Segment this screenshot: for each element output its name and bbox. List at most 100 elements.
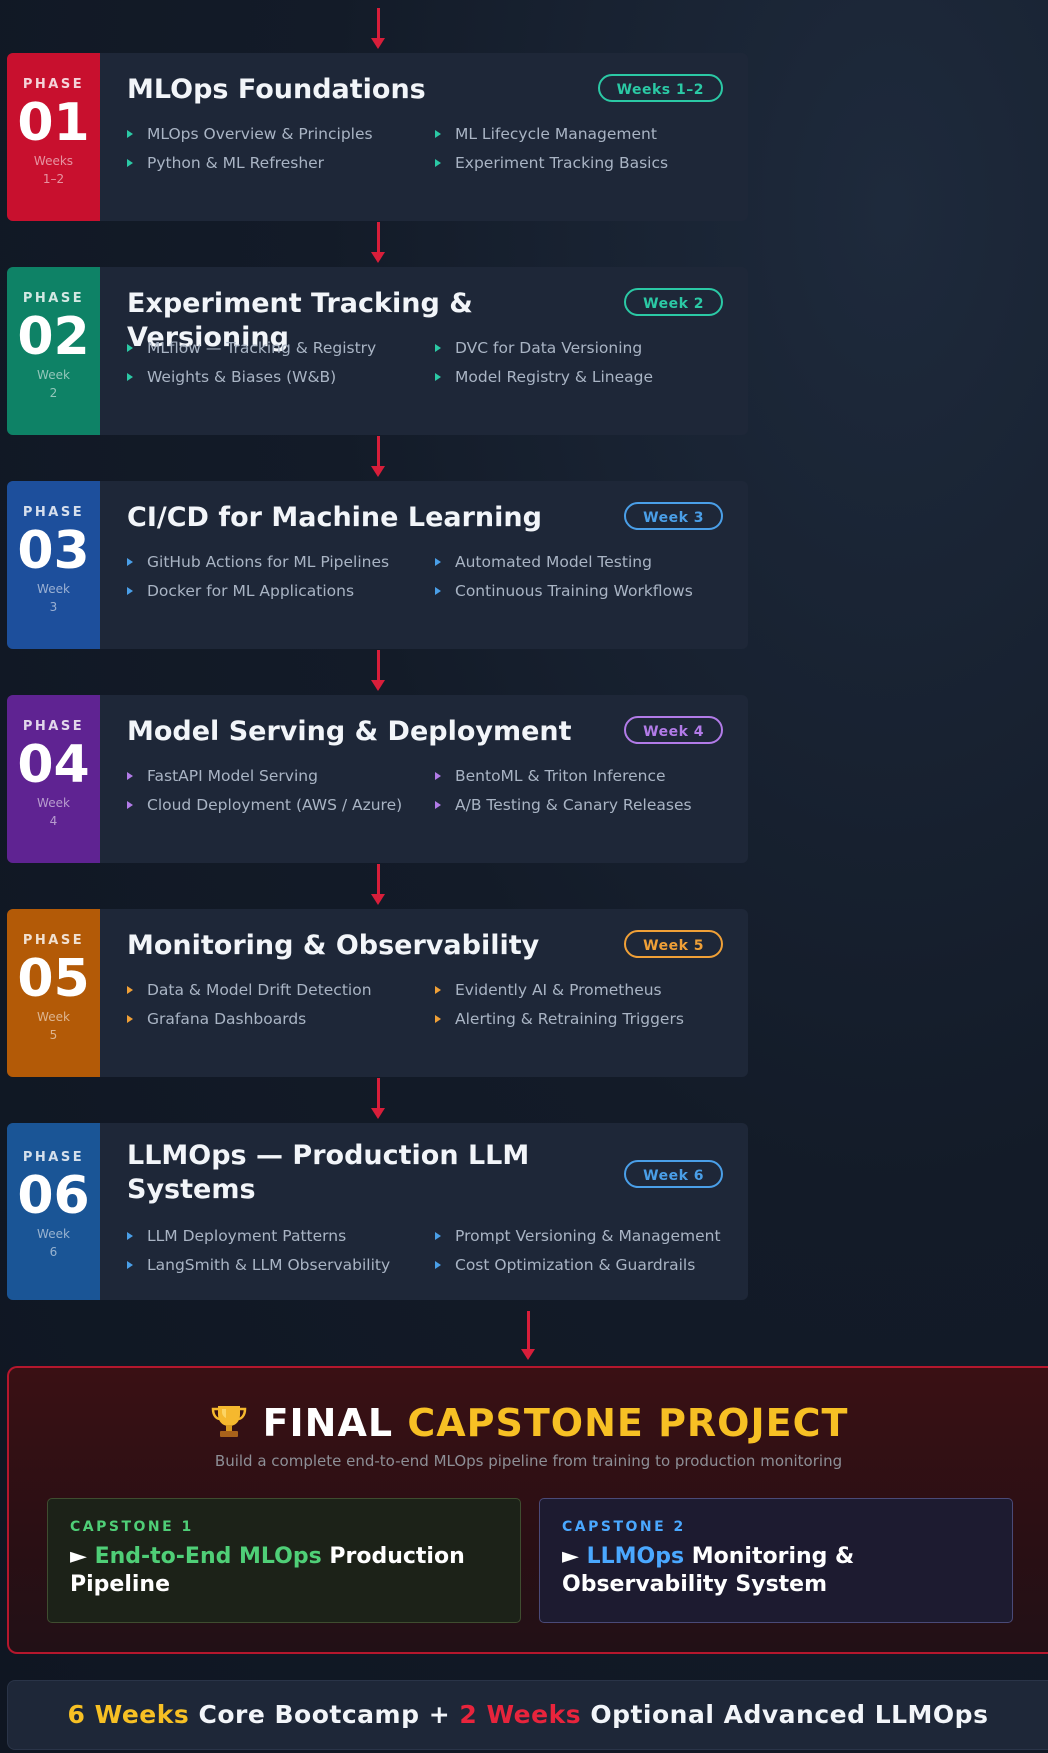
- capstone-panel: FINAL CAPSTONE PROJECT Build a complete …: [7, 1366, 1048, 1654]
- topic-item: ML Lifecycle Management: [455, 125, 657, 143]
- phase-number: 02: [17, 307, 90, 367]
- phase-number: 04: [17, 735, 90, 795]
- footer-optional-weeks-number: 2: [459, 1700, 478, 1729]
- topic-item: DVC for Data Versioning: [455, 339, 643, 357]
- bullet-icon: [435, 344, 441, 352]
- arrow-down-icon: [371, 8, 385, 50]
- capstone-title: FINAL CAPSTONE PROJECT: [9, 1400, 1048, 1445]
- bullet-icon: [435, 1015, 441, 1023]
- arrow-down-icon: [371, 1078, 385, 1120]
- phase-title: LLMOps — Production LLM Systems: [127, 1140, 530, 1205]
- footer-core-text: Core Bootcamp: [198, 1700, 420, 1729]
- topic-item: Data & Model Drift Detection: [147, 981, 372, 999]
- arrow-down-icon: [521, 1311, 535, 1361]
- phase-number: 06: [17, 1166, 90, 1226]
- phase-title: Monitoring & Observability: [127, 930, 540, 961]
- capstone-card-1: CAPSTONE 1 ► End-to-End MLOps Production…: [47, 1498, 521, 1623]
- phase-card-02: PHASE 02 Week 2 Experiment Tracking & Ve…: [7, 267, 748, 435]
- capstone-highlight: End-to-End MLOps: [94, 1544, 322, 1569]
- week-badge: Week 2: [624, 288, 723, 316]
- phase-label: PHASE: [22, 291, 85, 306]
- phase-card-01: PHASE 01 Weeks 1–2 MLOps Foundations Wee…: [7, 53, 748, 221]
- capstone-title-yellow: CAPSTONE PROJECT: [407, 1401, 849, 1445]
- capstone-highlight: LLMOps: [586, 1544, 685, 1569]
- phase-title: Model Serving & Deployment: [127, 716, 572, 747]
- capstone-project-title: ► LLMOps Monitoring & Observability Syst…: [562, 1543, 982, 1599]
- topic-item: Model Registry & Lineage: [455, 368, 654, 386]
- bullet-icon: [435, 373, 441, 381]
- topic-item: MLOps Overview & Principles: [147, 125, 373, 143]
- phase-side-panel: PHASE 02 Week 2: [7, 267, 100, 435]
- topic-item: GitHub Actions for ML Pipelines: [147, 553, 390, 571]
- topic-item: Python & ML Refresher: [147, 154, 325, 172]
- bullet-icon: [127, 344, 133, 352]
- bullet-icon: [435, 1232, 441, 1240]
- bullet-icon: [127, 1015, 133, 1023]
- play-arrow-icon: ►: [70, 1544, 87, 1569]
- phase-week-range: 6: [49, 1245, 58, 1259]
- phase-week-range: 3: [49, 600, 58, 614]
- phase-title: CI/CD for Machine Learning: [127, 502, 542, 533]
- arrow-down-icon: [371, 864, 385, 906]
- topic-item: FastAPI Model Serving: [147, 767, 318, 785]
- bullet-icon: [435, 159, 441, 167]
- topic-item: Weights & Biases (W&B): [147, 368, 337, 386]
- footer-summary: 6 Weeks Core Bootcamp + 2 Weeks Optional…: [7, 1680, 1048, 1750]
- phase-number: 05: [17, 949, 90, 1009]
- topic-item: Prompt Versioning & Management: [455, 1227, 721, 1245]
- phase-week-range: 2: [49, 386, 58, 400]
- capstone-project-title: ► End-to-End MLOps Production Pipeline: [70, 1543, 490, 1599]
- topic-item: Automated Model Testing: [455, 553, 652, 571]
- play-arrow-icon: ►: [562, 1544, 579, 1569]
- bullet-icon: [127, 1232, 133, 1240]
- phase-week-label: Weeks: [33, 154, 74, 168]
- footer-optional-text: Optional Advanced LLMOps: [590, 1700, 989, 1729]
- phase-week-label: Week: [37, 1010, 70, 1024]
- capstone-title-white: FINAL: [262, 1401, 394, 1445]
- footer-plus: +: [428, 1700, 451, 1729]
- phase-card-03: PHASE 03 Week 3 CI/CD for Machine Learni…: [7, 481, 748, 649]
- bullet-icon: [127, 772, 133, 780]
- bullet-icon: [127, 159, 133, 167]
- topic-item: Docker for ML Applications: [147, 582, 355, 600]
- topic-item: Continuous Training Workflows: [455, 582, 693, 600]
- phase-label: PHASE: [22, 719, 85, 734]
- arrow-down-icon: [371, 650, 385, 692]
- phase-title: MLOps Foundations: [127, 74, 426, 105]
- phase-label: PHASE: [22, 1150, 85, 1165]
- topic-item: Experiment Tracking Basics: [455, 154, 669, 172]
- bullet-icon: [127, 130, 133, 138]
- arrow-down-icon: [371, 222, 385, 264]
- topic-item: Cloud Deployment (AWS / Azure): [147, 796, 403, 814]
- phase-label: PHASE: [22, 933, 85, 948]
- phase-week-label: Week: [37, 582, 70, 596]
- bullet-icon: [435, 772, 441, 780]
- phase-side-panel: PHASE 01 Weeks 1–2: [7, 53, 100, 221]
- phase-label: PHASE: [22, 77, 85, 92]
- week-badge: Week 4: [624, 716, 723, 744]
- bullet-icon: [127, 587, 133, 595]
- capstone-label: CAPSTONE 1: [70, 1519, 194, 1535]
- capstone-subtitle: Build a complete end-to-end MLOps pipeli…: [214, 1452, 843, 1470]
- bullet-icon: [435, 1261, 441, 1269]
- phase-card-05: PHASE 05 Week 5 Monitoring & Observabili…: [7, 909, 748, 1077]
- capstone-card-2: CAPSTONE 2 ► LLMOps Monitoring & Observa…: [539, 1498, 1013, 1623]
- phase-card-06: PHASE 06 Week 6 LLMOps — Production LLM …: [7, 1123, 748, 1300]
- phase-week-label: Week: [37, 1227, 70, 1241]
- bullet-icon: [127, 558, 133, 566]
- phase-label: PHASE: [22, 505, 85, 520]
- topic-item: LangSmith & LLM Observability: [147, 1256, 391, 1274]
- topic-item: MLflow — Tracking & Registry: [147, 339, 377, 357]
- topic-item: BentoML & Triton Inference: [455, 767, 666, 785]
- capstone-label: CAPSTONE 2: [562, 1519, 686, 1535]
- topic-item: Grafana Dashboards: [147, 1010, 307, 1028]
- bullet-icon: [127, 1261, 133, 1269]
- week-badge: Week 3: [624, 502, 723, 530]
- phase-side-panel: PHASE 03 Week 3: [7, 481, 100, 649]
- phase-number: 03: [17, 521, 90, 581]
- topic-item: Cost Optimization & Guardrails: [455, 1256, 696, 1274]
- phase-side-panel: PHASE 06 Week 6: [7, 1123, 100, 1300]
- topic-item: LLM Deployment Patterns: [147, 1227, 347, 1245]
- bullet-icon: [127, 986, 133, 994]
- week-badge: Week 6: [624, 1160, 723, 1188]
